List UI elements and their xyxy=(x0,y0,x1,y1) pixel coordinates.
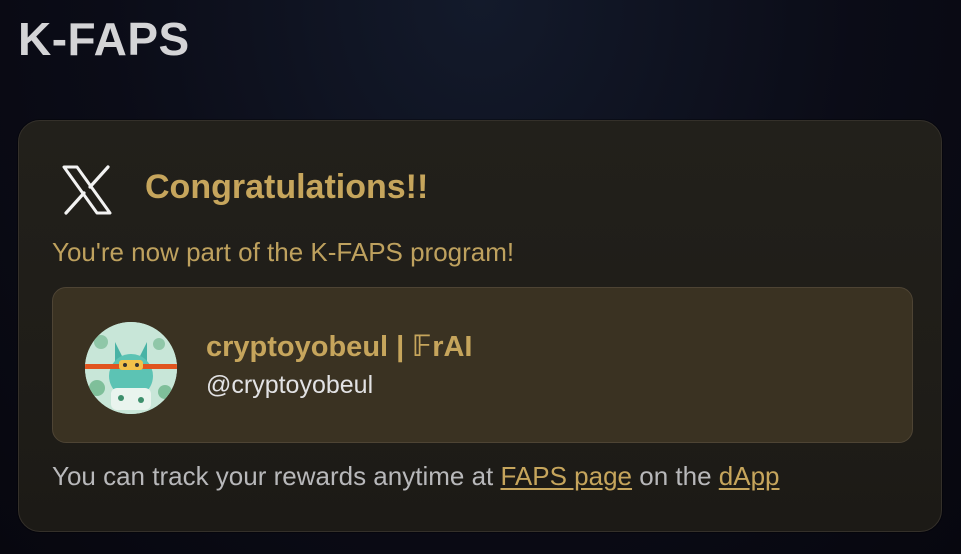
congratulations-heading: Congratulations!! xyxy=(145,168,429,206)
footer-prefix: You can track your rewards anytime at xyxy=(52,461,501,491)
avatar-image xyxy=(85,322,177,414)
display-name: cryptoyobeul | 𝔽rAI xyxy=(206,331,473,363)
footer-middle: on the xyxy=(632,461,719,491)
confirmation-card: Congratulations!! You're now part of the… xyxy=(18,120,942,532)
x-logo-icon xyxy=(62,165,112,215)
avatar xyxy=(85,322,177,414)
dapp-link[interactable]: dApp xyxy=(719,461,780,491)
faps-page-link[interactable]: FAPS page xyxy=(500,461,632,491)
user-handle: @cryptoyobeul xyxy=(206,371,374,399)
rewards-footer: You can track your rewards anytime at FA… xyxy=(52,461,780,492)
page-title: K-FAPS xyxy=(18,13,190,65)
profile-card: cryptoyobeul | 𝔽rAI @cryptoyobeul xyxy=(52,287,913,443)
program-subtitle: You're now part of the K-FAPS program! xyxy=(52,237,515,267)
